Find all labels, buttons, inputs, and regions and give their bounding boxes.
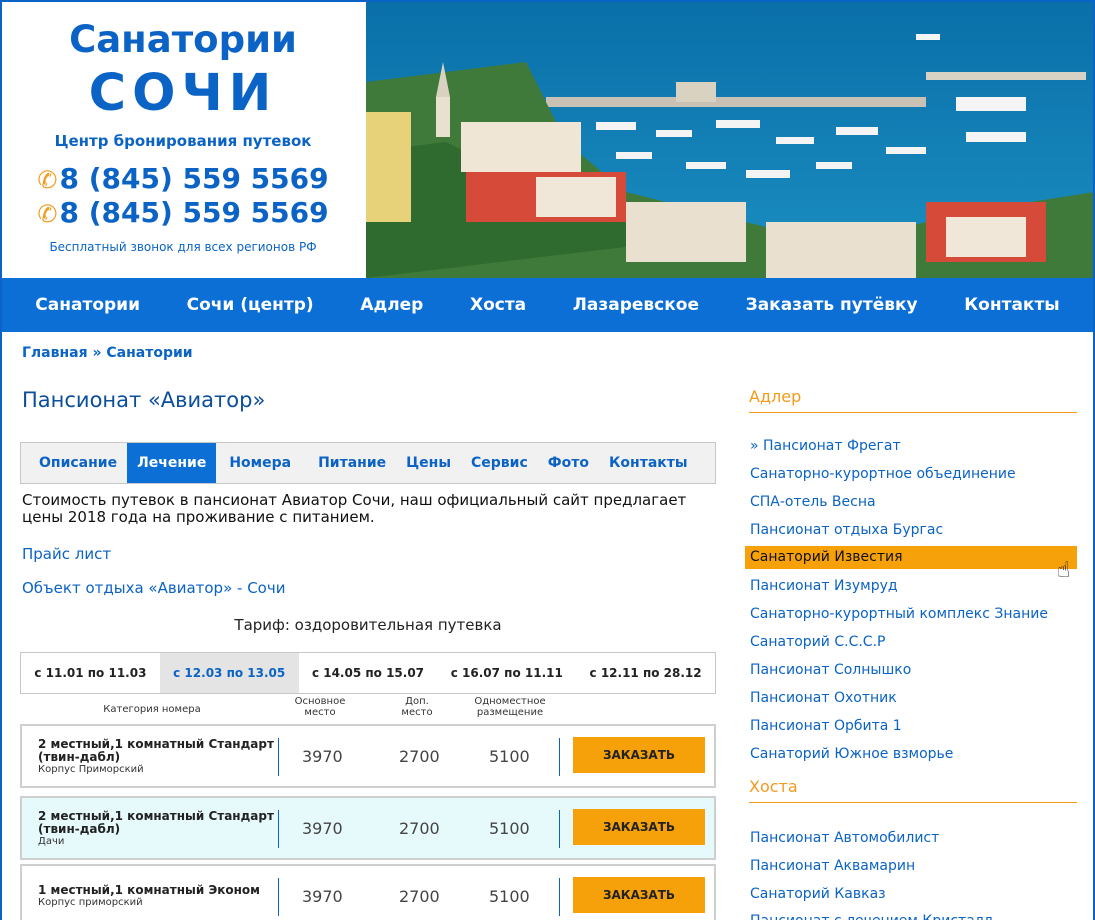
col-main: Основное место: [294, 696, 346, 718]
tab-treatment[interactable]: Лечение: [127, 443, 217, 483]
sidebar-item[interactable]: Санаторно-курортный комплекс Знание: [745, 603, 1077, 626]
sidebar-item[interactable]: Пансионат Солнышко: [745, 659, 1077, 682]
sidebar-item[interactable]: Пансионат Аквамарин: [745, 855, 1077, 878]
breadcrumb-home[interactable]: Главная: [22, 345, 88, 361]
free-call-note: Бесплатный звонок для всех регионов РФ: [49, 240, 317, 254]
sochi-harbor-illustration: [366, 2, 1093, 278]
room-row: 1 местный,1 комнатный Эконом Корпус прим…: [20, 864, 716, 920]
sidebar-item[interactable]: Пансионат отдыха Бургас: [745, 519, 1077, 542]
price-extra: 2700: [399, 887, 440, 906]
price-single: 5100: [489, 747, 530, 766]
brand-block[interactable]: Санатории СОЧИ Центр бронирования путево…: [2, 2, 364, 278]
nav-lazarevskoe[interactable]: Лазаревское: [573, 295, 699, 315]
row-divider: [559, 738, 560, 776]
breadcrumb: Главная » Санатории: [22, 345, 193, 361]
tab-service[interactable]: Сервис: [461, 443, 538, 483]
order-button[interactable]: ЗАКАЗАТЬ: [573, 877, 705, 913]
room-building: Корпус приморский: [38, 897, 143, 908]
room-name: 2 местный,1 комнатный Стандарт (твин-даб…: [38, 737, 274, 764]
sidebar-item[interactable]: Санаторий Кавказ: [745, 883, 1077, 906]
tariff-title: Тариф: оздоровительная путевка: [234, 616, 502, 634]
tab-photo[interactable]: Фото: [538, 443, 599, 483]
tab-rooms[interactable]: Номера: [219, 443, 301, 483]
tab-contacts[interactable]: Контакты: [599, 443, 698, 483]
sidebar-item-highlighted[interactable]: Санаторий Известия: [745, 546, 1077, 569]
sidebar-item[interactable]: Пансионат Изумруд: [745, 575, 1077, 598]
row-divider: [559, 810, 560, 848]
period-tab-2[interactable]: с 12.03 по 13.05: [159, 653, 299, 693]
price-extra: 2700: [399, 819, 440, 838]
tab-prices[interactable]: Цены: [396, 443, 461, 483]
price-list-link[interactable]: Прайс лист: [22, 545, 111, 563]
brand-title-line2: СОЧИ: [88, 64, 278, 123]
phone-number-2[interactable]: ✆8 (845) 559 5569: [2, 196, 364, 229]
page: Санатории СОЧИ Центр бронирования путево…: [0, 0, 1095, 920]
sidebar-item[interactable]: » Пансионат Фрегат: [745, 435, 1077, 458]
room-row: 2 местный,1 комнатный Стандарт (твин-даб…: [20, 796, 716, 860]
page-title: Пансионат «Авиатор»: [22, 388, 266, 412]
sidebar-heading-adler: Адлер: [749, 387, 1077, 413]
phone-icon: ✆: [37, 200, 58, 228]
nav-order-voucher[interactable]: Заказать путёвку: [746, 295, 918, 315]
sidebar-item[interactable]: Пансионат Охотник: [745, 687, 1077, 710]
price-extra: 2700: [399, 747, 440, 766]
row-divider: [278, 810, 279, 848]
room-building: Дачи: [38, 836, 65, 847]
col-extra: Доп. место: [401, 696, 433, 718]
nav-adler[interactable]: Адлер: [360, 295, 423, 315]
hero-image: [364, 2, 1093, 278]
sidebar-item[interactable]: Пансионат Орбита 1: [745, 715, 1077, 738]
price-single: 5100: [489, 887, 530, 906]
col-single: Одноместное размещение: [474, 696, 546, 718]
phone-icon: ✆: [37, 166, 58, 194]
price-single: 5100: [489, 819, 530, 838]
room-name: 2 местный,1 комнатный Стандарт (твин-даб…: [38, 809, 274, 836]
price-main: 3970: [302, 747, 343, 766]
row-divider: [559, 878, 560, 916]
brand-title-line1: Санатории: [69, 18, 297, 61]
breadcrumb-current[interactable]: Санатории: [106, 345, 192, 361]
nav-contacts[interactable]: Контакты: [964, 295, 1059, 315]
nav-hosta[interactable]: Хоста: [470, 295, 526, 315]
price-main: 3970: [302, 887, 343, 906]
order-button[interactable]: ЗАКАЗАТЬ: [573, 737, 705, 773]
hand-cursor-icon: ☝: [1057, 558, 1071, 583]
row-divider: [278, 878, 279, 916]
sidebar-item[interactable]: Пансионат с лечением Кристалл: [745, 910, 1077, 920]
period-tabs: с 11.01 по 11.03 с 12.03 по 13.05 с 14.0…: [20, 652, 716, 694]
object-link[interactable]: Объект отдыха «Авиатор» - Сочи: [22, 579, 285, 597]
sidebar-item[interactable]: Пансионат Автомобилист: [745, 827, 1077, 850]
site-header: Санатории СОЧИ Центр бронирования путево…: [2, 2, 1093, 278]
intro-text: Стоимость путевок в пансионат Авиатор Со…: [22, 491, 687, 526]
sidebar-item[interactable]: Санаторий С.С.С.Р: [745, 631, 1077, 654]
period-tab-3[interactable]: с 14.05 по 15.07: [299, 653, 438, 693]
price-main: 3970: [302, 819, 343, 838]
sidebar-heading-hosta: Хоста: [749, 777, 1077, 803]
order-button[interactable]: ЗАКАЗАТЬ: [573, 809, 705, 845]
sidebar-item[interactable]: Санаторий Южное взморье: [745, 743, 1077, 766]
breadcrumb-separator: »: [87, 345, 107, 361]
room-name: 1 местный,1 комнатный Эконом: [38, 883, 260, 897]
brand-subtitle: Центр бронирования путевок: [54, 132, 312, 150]
content-tabs: Описание Лечение Номера Питание Цены Сер…: [20, 442, 716, 484]
row-divider: [278, 738, 279, 776]
room-building: Корпус Приморский: [38, 764, 144, 775]
room-row: 2 местный,1 комнатный Стандарт (твин-даб…: [20, 724, 716, 788]
period-tab-5[interactable]: с 12.11 по 28.12: [576, 653, 715, 693]
col-category: Категория номера: [103, 704, 201, 715]
sidebar-item[interactable]: Санаторно-курортное объединение: [745, 463, 1077, 486]
period-tab-4[interactable]: с 16.07 по 11.11: [437, 653, 576, 693]
nav-sochi-center[interactable]: Сочи (центр): [187, 295, 314, 315]
phone-number-1[interactable]: ✆8 (845) 559 5569: [2, 162, 364, 195]
tab-food[interactable]: Питание: [308, 443, 396, 483]
tab-description[interactable]: Описание: [29, 443, 127, 483]
sidebar-item[interactable]: СПА-отель Весна: [745, 491, 1077, 514]
nav-sanatorii[interactable]: Санатории: [35, 295, 140, 315]
main-nav: Санатории Сочи (центр) Адлер Хоста Лазар…: [2, 278, 1093, 332]
period-tab-1[interactable]: с 11.01 по 11.03: [21, 653, 160, 693]
